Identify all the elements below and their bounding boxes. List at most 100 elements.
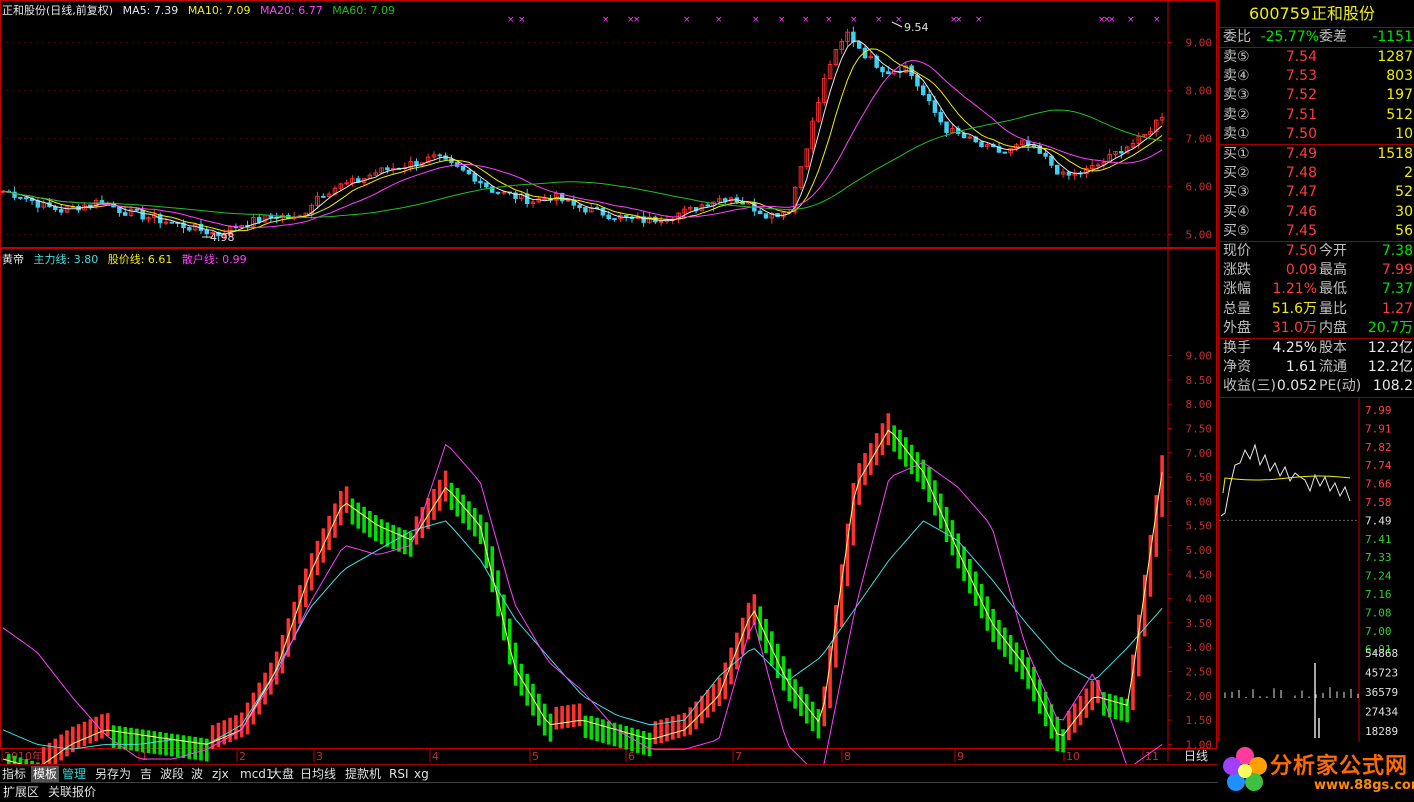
bottom-toolbar: 指标 模板 管理 另存为吉波段波 zjx mcd1 大盘 日均线 提款机 RSI xg bbox=[0, 764, 1218, 783]
mini-price-label: 7.08 bbox=[1365, 606, 1392, 619]
chart-title: 正和股份(日线,前复权) bbox=[2, 4, 114, 17]
candle-body bbox=[23, 197, 29, 200]
indicator-bar bbox=[65, 730, 69, 757]
indicator-bar bbox=[164, 732, 168, 756]
indicator-bar bbox=[874, 433, 879, 466]
signal-marker: × bbox=[955, 15, 963, 25]
logo-text: 分析家公式网 bbox=[1270, 753, 1409, 779]
indicator-bar bbox=[478, 514, 483, 545]
mini-price-label: 7.24 bbox=[1365, 570, 1392, 583]
fund-row: 换手 4.25% 股本 12.2亿 bbox=[1223, 340, 1413, 356]
toolbar-item-8[interactable]: mcd1 bbox=[240, 766, 274, 782]
candle-body bbox=[705, 204, 710, 207]
indicator-bar bbox=[1119, 697, 1124, 721]
toolbar-item-7[interactable]: zjx bbox=[212, 766, 229, 782]
price-tick-label: 5.00 bbox=[1186, 228, 1213, 241]
signal-marker: × bbox=[602, 15, 610, 25]
toolbar-item-4[interactable]: 吉 bbox=[140, 766, 152, 782]
toolbar-item-9[interactable]: 大盘 bbox=[270, 766, 294, 782]
signal-marker: × bbox=[633, 15, 641, 25]
price-tick-label: 7.00 bbox=[1186, 132, 1213, 145]
linked-quote-tab[interactable]: 关联报价 bbox=[48, 784, 96, 800]
toolbar-item-5[interactable]: 波段 bbox=[160, 766, 184, 782]
signal-marker: × bbox=[507, 15, 515, 25]
ind-tick-label: 6.50 bbox=[1186, 471, 1213, 484]
indicator-bar bbox=[82, 721, 87, 747]
indicator-bar bbox=[123, 726, 128, 750]
indicator-bar bbox=[863, 453, 867, 485]
price-frame bbox=[0, 0, 1217, 248]
toolbar-item-6[interactable]: 波 bbox=[191, 766, 203, 782]
month-label: 4 bbox=[432, 750, 439, 763]
signal-marker: × bbox=[850, 15, 858, 25]
indicator-bar bbox=[344, 486, 349, 513]
candle-body bbox=[886, 71, 891, 75]
indicator-bar bbox=[1061, 729, 1065, 753]
indicator-bar bbox=[379, 519, 384, 545]
candle-body bbox=[763, 213, 769, 219]
quote-panel: 600759 正和股份 委比 -25.77% 委差 -1151 卖⑤ 7.54 … bbox=[1218, 0, 1414, 762]
candle-body bbox=[187, 227, 192, 231]
fund-row: 收益(三) 0.052 PE(动) 108.2 bbox=[1223, 378, 1413, 395]
stat-row: 总量 51.6万 量比 1.27 bbox=[1223, 300, 1413, 317]
indicator-bar bbox=[583, 715, 588, 738]
candle-body bbox=[256, 217, 262, 223]
toolbar-item-11[interactable]: 提款机 bbox=[345, 766, 381, 782]
mini-price-label: 7.99 bbox=[1365, 404, 1392, 417]
candle-body bbox=[88, 204, 93, 207]
toolbar-item-13[interactable]: xg bbox=[414, 766, 429, 782]
intraday-chart[interactable]: 7.99 7.91 7.82 7.74 7.66 7.58 7.49 7.41 7.33 7.24… bbox=[1219, 398, 1414, 744]
indicator-bar bbox=[88, 719, 93, 744]
signal-marker: × bbox=[1108, 15, 1116, 25]
indicator-bar bbox=[560, 705, 564, 729]
candle-body bbox=[524, 193, 530, 205]
month-label: 7 bbox=[735, 750, 742, 763]
indicator-bar bbox=[175, 734, 180, 758]
toolbar-item-10[interactable]: 日均线 bbox=[300, 766, 336, 782]
indicator-bar bbox=[676, 714, 681, 739]
retail-line-label: 散户线: 0.99 bbox=[181, 253, 247, 266]
ma10-line bbox=[2, 48, 1163, 232]
signal-marker: × bbox=[715, 15, 723, 25]
fund-row: 净资 1.61 流通 12.2亿 bbox=[1223, 359, 1413, 376]
sell-row: 卖② 7.51 512 bbox=[1223, 106, 1413, 123]
indicator-bar bbox=[356, 502, 361, 529]
ext-area-tab[interactable]: 扩展区 bbox=[3, 784, 39, 800]
candle-body bbox=[926, 94, 932, 102]
mini-vol-label: 36579 bbox=[1365, 686, 1398, 699]
month-label: 6 bbox=[628, 750, 635, 763]
candle-body bbox=[169, 221, 175, 224]
month-label: 5 bbox=[532, 750, 539, 763]
mini-price-label: 7.33 bbox=[1365, 551, 1392, 564]
toolbar-item-0[interactable]: 指标 bbox=[2, 766, 26, 782]
ind-tick-label: 2.00 bbox=[1186, 690, 1213, 703]
stat-row: 涨幅 1.21% 最低 7.37 bbox=[1223, 281, 1413, 298]
buy-row: 买④ 7.46 30 bbox=[1223, 203, 1413, 220]
indicator-bar bbox=[309, 553, 314, 591]
candle-body bbox=[623, 215, 629, 218]
indicator-bar bbox=[76, 724, 81, 749]
toolbar-item-1[interactable]: 模板 bbox=[31, 766, 60, 782]
candle-body bbox=[979, 141, 984, 148]
indicator-bar bbox=[886, 413, 891, 446]
toolbar-item-12[interactable]: RSI bbox=[389, 766, 409, 782]
main-line bbox=[2, 520, 1163, 750]
candle-body bbox=[122, 212, 128, 216]
indicator-bar bbox=[158, 731, 162, 755]
chart-canvas[interactable]: 9.00 8.00 7.00 6.00 5.00 9.00 8.50 8.00 7.50 7.00… bbox=[0, 0, 1218, 764]
mini-price-label: 7.58 bbox=[1365, 496, 1392, 509]
candle-body bbox=[938, 112, 943, 123]
candle-body bbox=[1043, 152, 1048, 157]
ind-tick-label: 4.00 bbox=[1186, 593, 1213, 606]
ma10-label: MA10: 7.09 bbox=[187, 4, 251, 17]
sell-row: 卖④ 7.53 803 bbox=[1223, 68, 1413, 85]
ma5-line bbox=[2, 40, 1163, 235]
signal-marker: × bbox=[683, 15, 691, 25]
signal-marker: × bbox=[752, 15, 760, 25]
ind-tick-label: 4.50 bbox=[1186, 568, 1213, 581]
candle-body bbox=[460, 165, 466, 171]
toolbar-item-3[interactable]: 另存为 bbox=[95, 766, 131, 782]
toolbar-item-2[interactable]: 管理 bbox=[62, 766, 86, 782]
indicator-bar bbox=[880, 423, 885, 456]
indicator-bar bbox=[670, 716, 675, 740]
